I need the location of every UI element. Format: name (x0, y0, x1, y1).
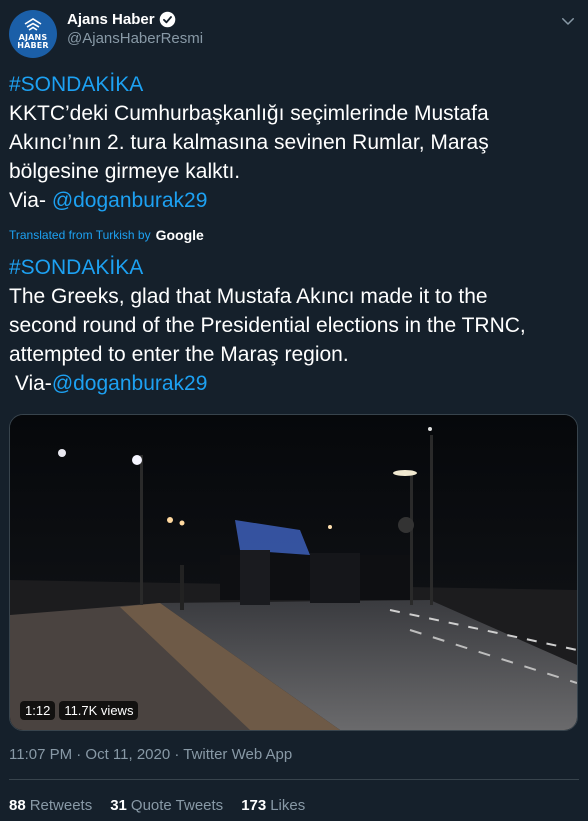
video-player[interactable]: 1:12 11.7K views (9, 414, 578, 731)
tweet-header: AJANS HABER Ajans Haber @AjansHaberResmi (9, 8, 579, 58)
author-name-row[interactable]: Ajans Haber (67, 11, 203, 28)
avatar[interactable]: AJANS HABER (9, 10, 57, 58)
translated-label: Translated from Turkish by (9, 228, 151, 242)
likes-label: Likes (270, 797, 306, 814)
avatar-logo-text: AJANS HABER (17, 33, 49, 50)
author-info: Ajans Haber @AjansHaberResmi (67, 11, 203, 47)
mention-link[interactable]: @doganburak29 (52, 372, 208, 395)
via-prefix: Via- (9, 372, 52, 395)
text-line: KKTC’deki Cumhurbaşkanlığı seçimlerinde … (9, 102, 489, 125)
retweets-label: Retweets (29, 797, 93, 814)
quote-tweets-stat[interactable]: 31 Quote Tweets (110, 797, 223, 814)
hashtag-link[interactable]: #SONDAKİKA (9, 256, 143, 279)
google-wordmark: Google (155, 227, 204, 243)
tweet-text-original: #SONDAKİKA KKTC’deki Cumhurbaşkanlığı se… (9, 70, 579, 215)
video-views: 11.7K views (59, 701, 139, 720)
text-line: The Greeks, glad that Mustafa Akıncı mad… (9, 285, 488, 308)
verified-badge-icon (159, 11, 175, 28)
text-line: Akıncı’nın 2. tura kalmasına sevinen Rum… (9, 131, 489, 154)
tweet-stats: 88 Retweets 31 Quote Tweets 173 Likes (9, 797, 305, 814)
likes-stat[interactable]: 173 Likes (241, 797, 305, 814)
tweet-text-translated: #SONDAKİKA The Greeks, glad that Mustafa… (9, 253, 579, 398)
quote-tweets-count: 31 (110, 797, 127, 814)
text-line: second round of the Presidential electio… (9, 314, 526, 337)
text-line: attempted to enter the Maraş region. (9, 343, 349, 366)
author-handle[interactable]: @AjansHaberResmi (67, 30, 203, 47)
quote-tweets-label: Quote Tweets (130, 797, 224, 814)
likes-count: 173 (241, 797, 267, 814)
video-frame (10, 415, 577, 730)
hashtag-link[interactable]: #SONDAKİKA (9, 73, 143, 96)
logo-mark-icon (24, 18, 42, 31)
text-line: bölgesine girmeye kalktı. (9, 160, 241, 183)
video-badge: 1:12 11.7K views (20, 701, 139, 720)
retweets-count: 88 (9, 797, 26, 814)
via-prefix: Via- (9, 189, 52, 212)
chevron-down-icon[interactable] (559, 12, 577, 30)
divider (9, 779, 579, 780)
translation-attribution: Translated from Turkish by Google (9, 227, 204, 243)
mention-link[interactable]: @doganburak29 (52, 189, 208, 212)
display-name[interactable]: Ajans Haber (67, 11, 155, 28)
video-duration: 1:12 (20, 701, 56, 720)
tweet-timestamp[interactable]: 11:07 PM · Oct 11, 2020 · Twitter Web Ap… (9, 746, 292, 763)
retweets-stat[interactable]: 88 Retweets (9, 797, 92, 814)
